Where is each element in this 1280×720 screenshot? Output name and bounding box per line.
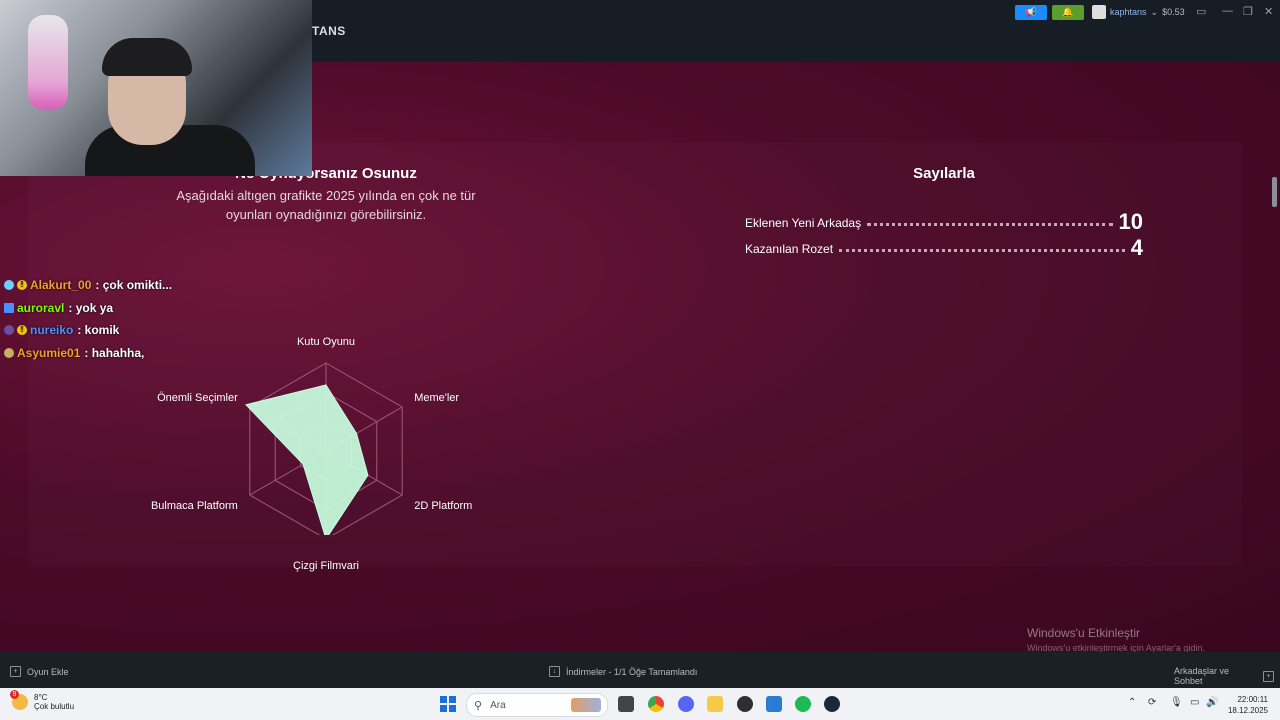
scrollbar[interactable] xyxy=(1272,177,1277,207)
steam-bottom-bar: + Oyun Ekle ↓ İndirmeler - 1/1 Öğe Tamam… xyxy=(0,652,1280,688)
friends-chat-button[interactable]: Arkadaşlar ve Sohbet + xyxy=(1174,666,1280,686)
weather-description: Çok bulutlu xyxy=(34,702,75,711)
subtitle-line-1: Aşağıdaki altıgen grafikte 2025 yılında … xyxy=(176,188,476,203)
chevron-up-icon[interactable]: ⌃ xyxy=(1128,697,1136,708)
badge-icon xyxy=(4,302,14,313)
chrome-icon[interactable] xyxy=(648,696,664,712)
avatar xyxy=(1092,5,1106,19)
radar-axis-label: Kutu Oyunu xyxy=(296,336,356,348)
subtitle-line-2: oyunları oynadığınızı görebilirsiniz. xyxy=(225,207,427,222)
taskbar-search[interactable]: ⚲ Ara xyxy=(466,693,608,717)
account-menu[interactable]: kaphtans ⌄ $0.53 xyxy=(1092,4,1185,20)
radar-axis-label: 2D Platform xyxy=(414,500,473,512)
windows-taskbar: 9 8°C Çok bulutlu ⚲ Ara ⌃ ⟳ 🎙 ▭ 🔊 22:00:… xyxy=(0,688,1280,720)
search-placeholder: Ara xyxy=(490,699,506,711)
spotify-icon[interactable] xyxy=(795,696,811,712)
genres-section-subtitle: Aşağıdaki altıgen grafikte 2025 yılında … xyxy=(140,186,512,224)
chat-message: : çok omikti... xyxy=(95,278,173,293)
announcements-button[interactable]: 📢 xyxy=(1015,5,1047,20)
search-highlight-icon xyxy=(571,698,601,712)
cloudy-weather-icon: 9 xyxy=(10,690,28,710)
start-button[interactable] xyxy=(440,696,456,712)
task-view-icon[interactable] xyxy=(618,696,634,712)
stream-chat-overlay: ! Alakurt_00 : çok omikti... auroravl : … xyxy=(4,274,172,364)
chat-username: Asyumie01 xyxy=(17,345,81,360)
radar-axis-label: Meme'ler xyxy=(414,392,460,404)
radar-axis-label: Bulmaca Platform xyxy=(150,500,238,512)
obs-icon[interactable] xyxy=(737,696,753,712)
chat-line: auroravl : yok ya xyxy=(4,297,172,320)
volume-icon[interactable]: 🔊 xyxy=(1206,697,1218,708)
app-title: TANS xyxy=(312,24,346,38)
badge-icon xyxy=(4,347,14,358)
clock-time: 22:00:11 xyxy=(1237,695,1268,704)
chat-message: : yok ya xyxy=(68,300,114,315)
microphone-icon[interactable]: 🎙 xyxy=(1170,697,1183,708)
search-icon: ⚲ xyxy=(474,699,483,712)
taskbar-clock[interactable]: 22:00:11 18.12.2025 xyxy=(1226,694,1268,716)
weather-temperature: 8°C xyxy=(34,693,48,702)
webcam-overlay xyxy=(0,0,312,176)
megaphone-icon: 📢 xyxy=(1025,7,1037,17)
streamer-hair xyxy=(102,38,192,76)
wallet-balance: $0.53 xyxy=(1162,7,1185,17)
chat-message: : komik xyxy=(77,323,120,338)
chat-line: ! Alakurt_00 : çok omikti... xyxy=(4,274,172,297)
stat-label: Kazanılan Rozet xyxy=(745,242,834,256)
chat-line: ! nureiko : komik xyxy=(4,319,172,342)
maximize-button[interactable]: ❐ xyxy=(1243,5,1253,18)
chat-line: Asyumie01 : hahahha, xyxy=(4,342,172,365)
badge-icon: ! xyxy=(17,280,27,291)
stat-row-badges: Kazanılan Rozet 4 xyxy=(745,237,1143,259)
friends-label: Arkadaşlar ve Sohbet xyxy=(1174,666,1230,686)
discord-icon[interactable] xyxy=(678,696,694,712)
minimize-button[interactable]: — xyxy=(1222,5,1233,17)
badge-icon xyxy=(4,325,14,336)
add-game-label: Oyun Ekle xyxy=(27,666,69,677)
activation-watermark-title: Windows'u Etkinleştir xyxy=(1027,626,1140,640)
close-button[interactable]: ✕ xyxy=(1264,5,1273,18)
network-icon[interactable]: ▭ xyxy=(1190,697,1199,708)
chat-message: : hahahha, xyxy=(84,345,145,360)
clock-date: 18.12.2025 xyxy=(1227,706,1268,715)
account-username: kaphtans xyxy=(1110,7,1147,17)
stat-label: Eklenen Yeni Arkadaş xyxy=(745,216,862,230)
stat-dots xyxy=(839,249,1125,252)
notification-badge: 9 xyxy=(10,690,19,699)
chat-username: Alakurt_00 xyxy=(30,278,92,293)
downloads-button[interactable]: ↓ İndirmeler - 1/1 Öğe Tamamlandı xyxy=(549,666,697,677)
chat-username: auroravl xyxy=(17,300,65,315)
chat-username: nureiko xyxy=(30,323,74,338)
steam-icon[interactable] xyxy=(824,696,840,712)
file-explorer-icon[interactable] xyxy=(707,696,723,712)
badge-icon: ! xyxy=(17,325,27,336)
radar-axis-label: Çizgi Filmvari xyxy=(293,560,359,572)
radar-data-shape xyxy=(245,384,369,535)
downloads-label: İndirmeler - 1/1 Öğe Tamamlandı xyxy=(566,666,698,677)
weather-widget[interactable]: 9 8°C Çok bulutlu xyxy=(10,690,75,711)
radar-axis-label: Önemli Seçimler xyxy=(157,392,238,404)
stat-row-friends: Eklenen Yeni Arkadaş 10 xyxy=(745,211,1143,233)
stat-dots xyxy=(867,223,1113,226)
bell-icon: 🔔 xyxy=(1062,7,1074,17)
microphone-image xyxy=(28,15,68,110)
monitor-icon[interactable]: ▭ xyxy=(1196,5,1206,18)
photos-icon[interactable] xyxy=(766,696,782,712)
stat-value: 10 xyxy=(1118,209,1143,234)
plus-icon: + xyxy=(10,666,21,677)
notifications-button[interactable]: 🔔 xyxy=(1052,5,1084,20)
stat-value: 4 xyxy=(1130,235,1143,260)
stats-section-title: Sayılarla xyxy=(913,165,975,182)
friends-icon: + xyxy=(1263,670,1274,682)
chevron-down-icon: ⌄ xyxy=(1150,6,1159,17)
badge-icon xyxy=(4,280,14,291)
add-game-button[interactable]: + Oyun Ekle xyxy=(10,666,69,677)
sync-icon[interactable]: ⟳ xyxy=(1148,697,1156,708)
download-icon: ↓ xyxy=(549,666,560,677)
